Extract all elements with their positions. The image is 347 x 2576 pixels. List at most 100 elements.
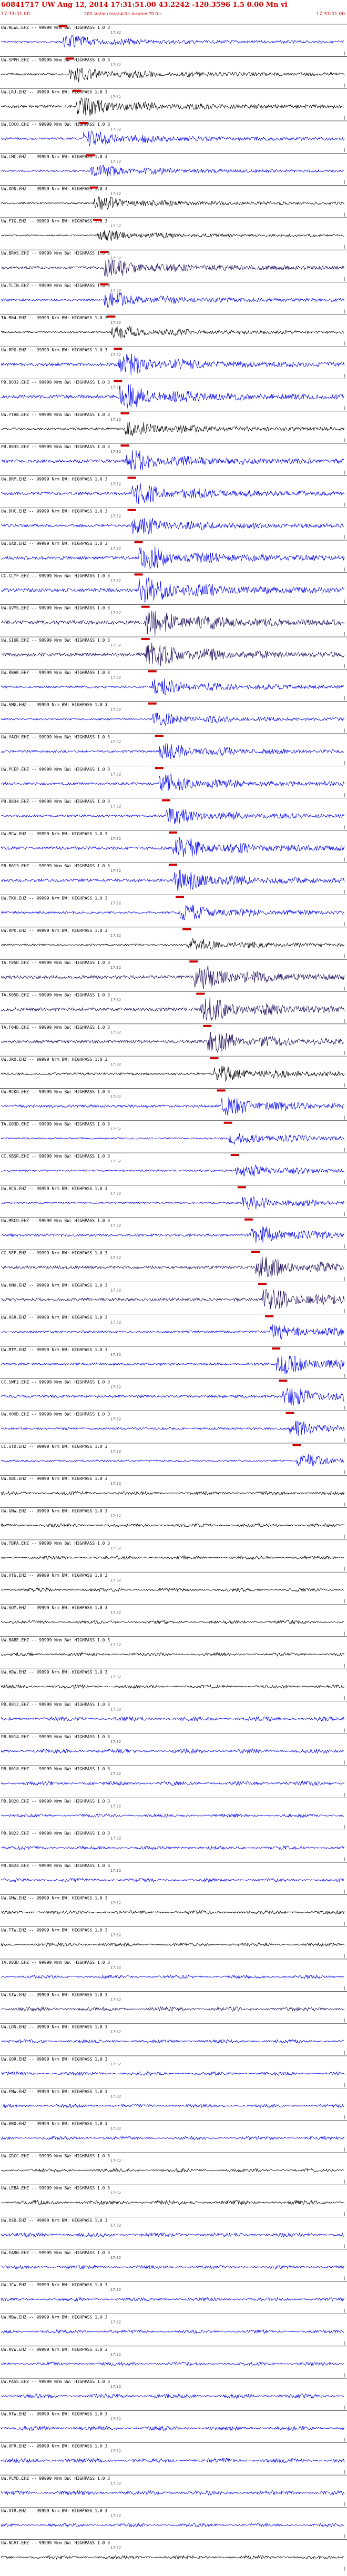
waveform	[1, 353, 345, 375]
waveform	[1, 1780, 345, 1786]
trace-uw-ncht-ehz: UW.NCHT.EHZ -- 99999 Nrm BW: HIGHPASS 1.…	[0, 2539, 347, 2571]
waveform	[1, 1942, 345, 1947]
trace-end-mark: |	[344, 728, 345, 733]
time-tick-label: 17:32	[110, 772, 121, 776]
time-tick-label: 17:32	[110, 289, 121, 293]
trace-end-mark: |	[344, 51, 345, 55]
time-tick-label: 17:32	[110, 1159, 121, 1163]
trace-cc-sep-ehz: CC.SEP.EHZ -- 99999 Nrm BW: HIGHPASS 1.0…	[0, 1249, 347, 1281]
trace-label: CC.SEP.EHZ -- 99999 Nrm BW: HIGHPASS 1.0…	[1, 1251, 107, 1255]
waveform	[1, 1748, 344, 1754]
waveform	[1, 837, 345, 857]
trace-end-mark: |	[344, 438, 345, 442]
waveform	[1, 2135, 345, 2141]
trace-label: UW.YTAB.EHZ -- 99999 Nrm BW: HIGHPASS 1.…	[1, 412, 110, 417]
trace-pb-b014-ehz: PB.B014.EHZ -- 99999 Nrm BW: HIGHPASS 1.…	[0, 1733, 347, 1764]
trace-label: UW.VTG.EHZ -- 99999 Nrm BW: HIGHPASS 1.0…	[1, 1573, 107, 1578]
trace-uw-ttw-ehz: UW.TTW.EHZ -- 99999 Nrm BW: HIGHPASS 1.0…	[0, 1926, 347, 1958]
phase-pick-marker	[120, 444, 129, 447]
trace-end-mark: |	[344, 341, 345, 346]
time-tick-label: 17:32	[110, 1288, 121, 1292]
trace-end-mark: |	[344, 406, 345, 410]
trace-label: PB.B018.EHZ -- 99999 Nrm BW: HIGHPASS 1.…	[1, 1767, 110, 1771]
trace-ta-d03d-ehz: TA.D03D.EHZ -- 99999 Nrm BW: HIGHPASS 1.…	[0, 1959, 347, 1990]
trace-uw-mcko-ehz: UW.MCKO.EHZ -- 99999 Nrm BW: HIGHPASS 1.…	[0, 1088, 347, 1120]
trace-uw-gvms-ehz: UW.GVMS.EHZ -- 99999 Nrm BW: HIGHPASS 1.…	[0, 604, 347, 636]
trace-end-mark: |	[344, 922, 345, 926]
trace-end-mark: |	[344, 1599, 345, 1604]
trace-end-mark: |	[344, 890, 345, 894]
phase-pick-marker	[155, 767, 164, 769]
trace-end-mark: |	[344, 180, 345, 185]
waveform	[1, 713, 345, 726]
trace-label: CC.CLYF.EHZ -- 99999 Nrm BW: HIGHPASS 1.…	[1, 573, 110, 578]
time-tick-label: 17:32	[110, 353, 121, 357]
trace-uw-lmc-ehz: UW.LMC.EHZ -- 99999 Nrm BW: HIGHPASS 1.0…	[0, 153, 347, 185]
trace-uw-brvs-ehz: UW.BRVS.EHZ -- 99999 Nrm BW: HIGHPASS 1.…	[0, 249, 347, 281]
waveform	[1, 1066, 345, 1082]
trace-pb-b034-ehz: PB.B034.EHZ -- 99999 Nrm BW: HIGHPASS 1.…	[0, 798, 347, 829]
trace-cc-std-ehz: CC.STD.EHZ -- 99999 Nrm BW: HIGHPASS 1.0…	[0, 1443, 347, 1474]
trace-label: UW.EARN.EHZ -- 99999 Nrm BW: HIGHPASS 1.…	[1, 2250, 110, 2255]
trace-label: CC.SWF2.EHZ -- 99999 Nrm BW: HIGHPASS 1.…	[1, 1380, 110, 1384]
waveform	[1, 577, 345, 603]
time-tick-label: 17:32	[110, 2417, 121, 2421]
trace-label: UW.BPO.EHZ -- 99999 Nrm BW: HIGHPASS 1.0…	[1, 348, 107, 352]
waveform	[1, 1388, 344, 1406]
trace-uw-leba-ehz: UW.LEBA.EHZ -- 99999 Nrm BW: HIGHPASS 1.…	[0, 2184, 347, 2216]
trace-end-mark: |	[344, 1503, 345, 1507]
trace-label: PB.B013.EHZ -- 99999 Nrm BW: HIGHPASS 1.…	[1, 864, 110, 868]
trace-label: PB.B032.EHZ -- 99999 Nrm BW: HIGHPASS 1.…	[1, 380, 110, 384]
trace-end-mark: |	[344, 1244, 345, 1249]
trace-label: UW.HSR.EHZ -- 99999 Nrm BW: HIGHPASS 1.0…	[1, 1315, 107, 1320]
waveform	[1, 1421, 345, 1436]
trace-end-mark: |	[344, 1180, 345, 1184]
trace-label: UW.LEBA.EHZ -- 99999 Nrm BW: HIGHPASS 1.…	[1, 2186, 110, 2190]
time-tick-label: 17:32	[110, 1030, 121, 1035]
trace-label: UW.TLIN.EHZ -- 99999 Nrm BW: HIGHPASS 1.…	[1, 283, 110, 288]
trace-label: TA.F05D.EHZ -- 99999 Nrm BW: HIGHPASS 1.…	[1, 960, 110, 965]
trace-end-mark: |	[344, 1115, 345, 1120]
waveform	[1, 1555, 345, 1560]
time-tick-label: 17:32	[110, 579, 121, 583]
waveform	[1, 2199, 345, 2205]
trace-end-mark: |	[344, 1535, 345, 1539]
phase-pick-marker	[155, 734, 164, 737]
trace-uw-ytab-ehz: UW.YTAB.EHZ -- 99999 Nrm BW: HIGHPASS 1.…	[0, 411, 347, 442]
waveform	[1, 774, 345, 792]
trace-uw-wlwl-ehz: UW.WLWL.EHZ -- 99999 Nrm BW: HIGHPASS 1.…	[0, 24, 347, 55]
trace-uw-mtm-ehz: UW.MTM.EHZ -- 99999 Nrm BW: HIGHPASS 1.0…	[0, 1346, 347, 1377]
time-tick-label: 17:32	[110, 1449, 121, 1454]
phase-pick-marker	[93, 218, 102, 221]
trace-end-mark: |	[344, 2308, 345, 2313]
waveform	[1, 1587, 345, 1593]
trace-end-mark: |	[344, 2051, 345, 2055]
trace-end-mark: |	[344, 148, 345, 152]
waveform	[1, 2457, 345, 2463]
trace-end-mark: |	[344, 1664, 345, 1668]
phase-pick-marker	[114, 380, 123, 382]
time-tick-label: 17:32	[110, 1740, 121, 1744]
trace-uw-pass-ehz: UW.PASS.EHZ -- 99999 Nrm BW: HIGHPASS 1.…	[0, 2378, 347, 2409]
trace-uw-lon-ehz: UW.LON.EHZ -- 99999 Nrm BW: HIGHPASS 1.0…	[0, 2023, 347, 2055]
trace-uw-gmw-ehz: UW.GMW.EHZ -- 99999 Nrm BW: HIGHPASS 1.0…	[0, 1894, 347, 1926]
trace-ta-k05d-ehz: TA.K05D.EHZ -- 99999 Nrm BW: HIGHPASS 1.…	[0, 991, 347, 1023]
time-tick-label: 17:32	[110, 1191, 121, 1195]
phase-pick-marker	[141, 638, 150, 641]
trace-uw-don-ehz: UW.DON.EHZ -- 99999 Nrm BW: HIGHPASS 1.0…	[0, 185, 347, 217]
waveform	[1, 965, 345, 989]
time-tick-label: 17:32	[110, 2385, 121, 2389]
trace-end-mark: |	[344, 2115, 345, 2119]
trace-pb-b013-ehz: PB.B013.EHZ -- 99999 Nrm BW: HIGHPASS 1.…	[0, 862, 347, 894]
trace-label: UW.SAD.EHZ -- 99999 Nrm BW: HIGHPASS 1.0…	[1, 541, 107, 546]
trace-end-mark: |	[344, 503, 345, 507]
trace-uw-jro-ehz: UW.JRO.EHZ -- 99999 Nrm BW: HIGHPASS 1.0…	[0, 1056, 347, 1087]
waveform	[1, 1324, 345, 1341]
trace-end-mark: |	[344, 116, 345, 120]
trace-label: UW.COCO.EHZ -- 99999 Nrm BW: HIGHPASS 1.…	[1, 122, 110, 127]
trace-label: UW.MCW.EHZ -- 99999 Nrm BW: HIGHPASS 1.0…	[1, 831, 107, 836]
phase-pick-marker	[279, 1380, 288, 1382]
trace-label: UW.DHC.EHZ -- 99999 Nrm BW: HIGHPASS 1.0…	[1, 509, 107, 514]
phase-pick-marker	[230, 1154, 239, 1157]
waveform	[1, 1097, 344, 1115]
